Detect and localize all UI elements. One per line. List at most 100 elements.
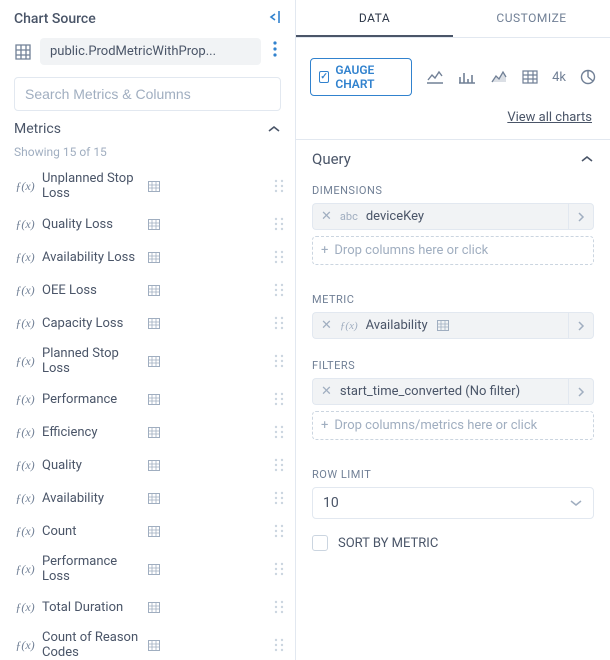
filters-drop-zone[interactable]: +Drop columns/metrics here or click <box>312 411 594 440</box>
config-panel: DATA CUSTOMIZE ✓ GAUGE CHART 4k View all… <box>296 0 610 660</box>
fx-icon: ƒ(x) <box>14 638 36 653</box>
fx-icon: ƒ(x) <box>14 354 36 369</box>
sort-by-metric-checkbox[interactable] <box>312 535 328 551</box>
metric-name: Unplanned Stop Loss <box>42 171 141 201</box>
drag-handle-icon[interactable] <box>271 351 287 371</box>
bar-chart-icon[interactable] <box>458 69 476 85</box>
chart-source-panel: Chart Source public.ProdMetricWithProp..… <box>0 0 296 660</box>
search-input[interactable] <box>14 77 281 111</box>
table-icon <box>147 638 161 652</box>
metric-name: Quality Loss <box>42 217 141 232</box>
drag-handle-icon[interactable] <box>271 280 287 300</box>
remove-icon[interactable]: ✕ <box>321 384 332 399</box>
tab-customize[interactable]: CUSTOMIZE <box>453 0 610 37</box>
table-icon <box>147 179 161 193</box>
drag-handle-icon[interactable] <box>271 521 287 541</box>
dataset-actions-icon[interactable] <box>269 41 281 62</box>
drag-handle-icon[interactable] <box>271 559 287 579</box>
metric-name: OEE Loss <box>42 283 141 298</box>
metric-name: Efficiency <box>42 425 141 440</box>
chevron-right-icon[interactable] <box>568 203 594 230</box>
fx-icon: ƒ(x) <box>14 283 36 298</box>
view-all-charts-link[interactable]: View all charts <box>507 110 592 125</box>
chevron-up-icon[interactable] <box>580 152 594 166</box>
tab-data[interactable]: DATA <box>296 0 453 37</box>
metric-pill[interactable]: ✕ ƒ(x) Availability <box>312 312 568 339</box>
fx-icon: ƒ(x) <box>14 425 36 440</box>
collapse-panel-icon[interactable] <box>266 10 281 28</box>
table-icon <box>147 458 161 472</box>
metric-name: Performance Loss <box>42 554 141 584</box>
drag-handle-icon[interactable] <box>271 422 287 442</box>
fx-icon: ƒ(x) <box>14 316 36 331</box>
filter-pill[interactable]: ✕ start_time_converted (No filter) <box>312 378 568 405</box>
metric-item[interactable]: ƒ(x) Efficiency <box>14 416 287 449</box>
metric-label: METRIC <box>312 293 594 306</box>
metric-item[interactable]: ƒ(x)Quality Loss <box>14 208 287 241</box>
metric-item[interactable]: ƒ(x)Availability <box>14 482 287 515</box>
table-icon <box>147 250 161 264</box>
table-icon <box>147 524 161 538</box>
metric-item[interactable]: ƒ(x) Capacity Loss <box>14 307 287 340</box>
dataset-name[interactable]: public.ProdMetricWithProp... <box>40 38 261 65</box>
row-limit-label: ROW LIMIT <box>312 468 594 481</box>
table-icon <box>147 283 161 297</box>
metric-item[interactable]: ƒ(x)Count <box>14 515 287 548</box>
query-heading: Query <box>312 150 351 168</box>
drag-handle-icon[interactable] <box>271 455 287 475</box>
fx-icon: ƒ(x) <box>14 250 36 265</box>
fx-icon: ƒ(x) <box>14 392 36 407</box>
metric-item[interactable]: ƒ(x)Availability Loss <box>14 241 287 274</box>
metric-item[interactable]: ƒ(x)Total Duration <box>14 591 287 624</box>
panel-title: Chart Source <box>14 11 96 27</box>
drag-handle-icon[interactable] <box>271 597 287 617</box>
table-icon <box>147 491 161 505</box>
metric-item[interactable]: ƒ(x)Performance <box>14 383 287 416</box>
chevron-right-icon[interactable] <box>568 378 594 405</box>
area-chart-icon[interactable] <box>490 69 508 85</box>
dataset-icon <box>14 43 32 61</box>
big-number-icon[interactable]: 4k <box>552 70 566 85</box>
table-icon <box>147 392 161 406</box>
metric-name: Count <box>42 524 141 539</box>
metric-name: Count of Reason Codes <box>42 630 141 660</box>
metric-item[interactable]: ƒ(x) OEE Loss <box>14 274 287 307</box>
table-icon <box>147 354 161 368</box>
metric-name: Planned Stop Loss <box>42 346 141 376</box>
table-icon <box>147 425 161 439</box>
drag-handle-icon[interactable] <box>271 389 287 409</box>
line-chart-icon[interactable] <box>426 69 444 85</box>
drag-handle-icon[interactable] <box>271 635 287 655</box>
fx-icon: ƒ(x) <box>14 562 36 577</box>
drag-handle-icon[interactable] <box>271 176 287 196</box>
metrics-count: Showing 15 of 15 <box>14 145 281 159</box>
drag-handle-icon[interactable] <box>271 488 287 508</box>
drag-handle-icon[interactable] <box>271 313 287 333</box>
table-icon[interactable] <box>522 69 538 85</box>
metrics-heading: Metrics <box>14 121 61 137</box>
metric-item[interactable]: ƒ(x) Count of Reason Codes <box>14 624 287 660</box>
row-limit-select[interactable]: 10 <box>312 487 594 519</box>
metric-name: Availability <box>42 491 141 506</box>
chevron-up-icon[interactable] <box>267 122 281 136</box>
dimension-pill[interactable]: ✕ abc deviceKey <box>312 203 568 230</box>
dimensions-drop-zone[interactable]: +Drop columns here or click <box>312 236 594 265</box>
metric-name: Capacity Loss <box>42 316 141 331</box>
metrics-list: ƒ(x)Unplanned Stop Lossƒ(x)Quality Lossƒ… <box>14 165 291 660</box>
metric-item[interactable]: ƒ(x)Quality <box>14 449 287 482</box>
remove-icon[interactable]: ✕ <box>321 209 332 224</box>
drag-handle-icon[interactable] <box>271 214 287 234</box>
chevron-right-icon[interactable] <box>568 312 594 339</box>
metric-name: Total Duration <box>42 600 141 615</box>
gauge-chart-chip[interactable]: ✓ GAUGE CHART <box>310 58 412 96</box>
filters-label: FILTERS <box>312 359 594 372</box>
drag-handle-icon[interactable] <box>271 247 287 267</box>
metric-item[interactable]: ƒ(x) Unplanned Stop Loss <box>14 165 287 208</box>
table-icon <box>147 217 161 231</box>
pie-chart-icon[interactable] <box>580 69 596 85</box>
metric-item[interactable]: ƒ(x) Planned Stop Loss <box>14 340 287 383</box>
sort-by-metric-label: SORT BY METRIC <box>338 536 438 551</box>
metric-item[interactable]: ƒ(x) Performance Loss <box>14 548 287 591</box>
remove-icon[interactable]: ✕ <box>321 318 332 333</box>
fx-icon: ƒ(x) <box>14 179 36 194</box>
